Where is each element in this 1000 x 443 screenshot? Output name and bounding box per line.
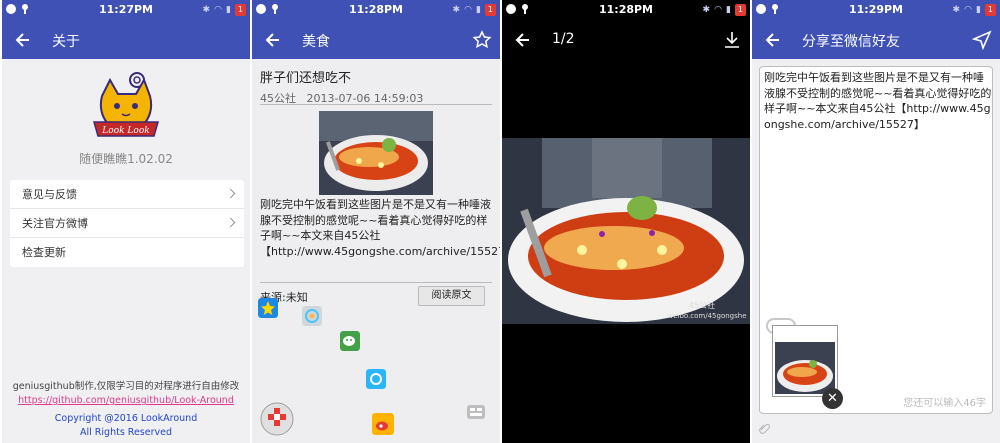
share-wechat-screen: 11:29PM ✱ ◠ ▮ 1 分享至微信好友 刚吃完中午饭看到这些图片是不是又… bbox=[752, 0, 1000, 443]
signal-icon: ▮ bbox=[725, 5, 731, 15]
app-bar: 1/2 bbox=[502, 22, 750, 59]
screenshot-collage: 11:27PM ✱ ◠ ▮ 1 关于 Look Look 随便瞧瞧1.02.02… bbox=[0, 0, 1000, 443]
wifi-icon: ◠ bbox=[964, 5, 972, 15]
about-screen: 11:27PM ✱ ◠ ▮ 1 关于 Look Look 随便瞧瞧1.02.02… bbox=[2, 0, 250, 443]
signal-icon: ▮ bbox=[975, 5, 981, 15]
signal-icon: ▮ bbox=[225, 5, 231, 15]
wifi-icon: ◠ bbox=[714, 5, 722, 15]
wifi-icon: ◠ bbox=[214, 5, 222, 15]
battery-icon: 1 bbox=[734, 4, 746, 16]
share-menu-icon[interactable] bbox=[260, 402, 294, 436]
arrow-left-icon[interactable] bbox=[263, 30, 283, 50]
status-bar: 11:28PM ✱ ◠ ▮ 1 bbox=[502, 0, 750, 22]
image-pager: 1/2 bbox=[552, 31, 575, 47]
bluetooth-icon: ✱ bbox=[702, 5, 711, 15]
article-body: 刚吃完中午饭看到这些图片是不是又有一种唾液腺不受控制的感觉呢~~看着真心觉得好吃… bbox=[260, 198, 500, 258]
status-bar: 11:27PM ✱ ◠ ▮ 1 bbox=[2, 0, 250, 22]
status-bar: 11:29PM ✱ ◠ ▮ 1 bbox=[752, 0, 1000, 22]
page-title: 分享至微信好友 bbox=[802, 34, 900, 50]
app-version: 随便瞧瞧1.02.02 bbox=[79, 152, 173, 166]
share-text[interactable]: 刚吃完中午饭看到这些图片是不是又有一种唾液腺不受控制的感觉呢~~看着真心觉得好吃… bbox=[764, 70, 994, 132]
svg-text:weibo.com/45gongshe: weibo.com/45gongshe bbox=[667, 312, 746, 320]
follow-weibo-item[interactable]: 关注官方微博 bbox=[10, 209, 244, 238]
page-title: 关于 bbox=[52, 34, 80, 50]
divider bbox=[260, 282, 492, 283]
article-screen: 11:28PM ✱ ◠ ▮ 1 美食 胖子们还想吃不 45公社 2013-07-… bbox=[252, 0, 500, 443]
bluetooth-icon: ✱ bbox=[952, 5, 961, 15]
svg-text:Look Look: Look Look bbox=[101, 126, 149, 136]
photo-icon[interactable] bbox=[302, 306, 322, 326]
app-bar: 美食 bbox=[252, 22, 500, 59]
arrow-left-icon[interactable] bbox=[763, 30, 783, 50]
copyright-text: Copyright @2016 LookAround bbox=[54, 413, 198, 424]
signal-icon: ▮ bbox=[475, 5, 481, 15]
github-link[interactable]: https://github.com/geniusgithub/Look-Aro… bbox=[2, 394, 250, 408]
attach-icon[interactable] bbox=[758, 422, 770, 434]
check-update-item[interactable]: 检查更新 bbox=[10, 238, 244, 267]
chevron-right-icon bbox=[225, 188, 236, 199]
rights-text: All Rights Reserved bbox=[80, 427, 172, 438]
attached-image[interactable] bbox=[772, 325, 838, 397]
grid-icon[interactable] bbox=[467, 405, 485, 419]
image-viewer-screen: 11:28PM ✱ ◠ ▮ 1 1/2 45公社 weibo.com/45gon… bbox=[502, 0, 750, 443]
weibo-icon[interactable] bbox=[372, 413, 394, 435]
cat-logo-icon: Look Look bbox=[93, 72, 159, 137]
bluetooth-icon: ✱ bbox=[452, 5, 461, 15]
app-bar: 关于 bbox=[2, 22, 250, 59]
page-title: 美食 bbox=[302, 34, 330, 50]
app-bar: 分享至微信好友 bbox=[752, 22, 1000, 59]
battery-icon: 1 bbox=[484, 4, 496, 16]
remove-attachment-button[interactable]: ✕ bbox=[822, 388, 843, 409]
article-title: 胖子们还想吃不 bbox=[260, 71, 352, 86]
chevron-right-icon bbox=[225, 217, 236, 228]
battery-icon: 1 bbox=[234, 4, 246, 16]
svg-text:45公社: 45公社 bbox=[689, 300, 715, 310]
food-photo[interactable]: 45公社 weibo.com/45gongshe bbox=[502, 138, 750, 324]
battery-icon: 1 bbox=[984, 4, 996, 16]
wifi-icon: ◠ bbox=[464, 5, 472, 15]
about-footer: geniusgithub制作,仅限学习目的对程序进行自由修改 https://g… bbox=[2, 380, 250, 440]
arrow-left-icon[interactable] bbox=[513, 30, 533, 50]
about-menu: 意见与反馈 关注官方微博 检查更新 bbox=[10, 180, 244, 267]
bluetooth-icon: ✱ bbox=[202, 5, 211, 15]
qq-icon[interactable] bbox=[366, 369, 386, 389]
arrow-left-icon[interactable] bbox=[13, 30, 33, 50]
star-outline-icon[interactable] bbox=[472, 30, 492, 50]
credit-text: geniusgithub制作,仅限学习目的对程序进行自由修改 bbox=[12, 381, 240, 392]
food-thumbnail bbox=[775, 342, 835, 394]
send-icon[interactable] bbox=[972, 30, 992, 50]
food-thumbnail[interactable] bbox=[319, 111, 433, 195]
wechat-icon[interactable] bbox=[340, 331, 360, 351]
read-original-button[interactable]: 阅读原文 bbox=[418, 286, 485, 306]
char-counter: 您还可以输入46字 bbox=[903, 398, 986, 409]
divider bbox=[260, 104, 492, 105]
qzone-icon[interactable] bbox=[258, 298, 278, 318]
status-bar: 11:28PM ✱ ◠ ▮ 1 bbox=[252, 0, 500, 22]
download-icon[interactable] bbox=[722, 30, 742, 50]
feedback-item[interactable]: 意见与反馈 bbox=[10, 180, 244, 209]
